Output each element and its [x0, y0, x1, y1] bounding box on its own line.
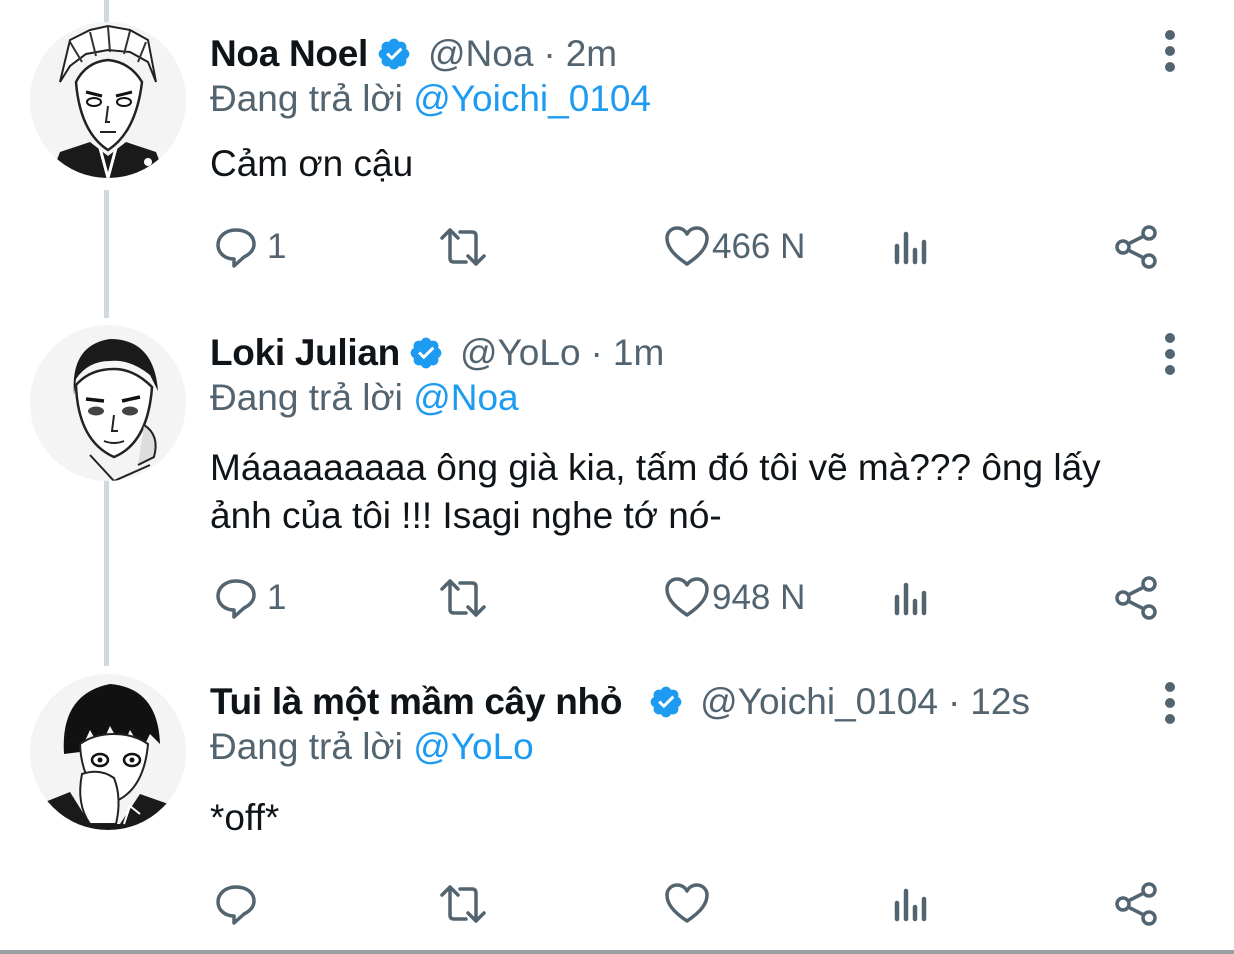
- verified-badge-icon: [408, 335, 444, 371]
- like-count: 466 N: [712, 227, 806, 266]
- replying-to-label: Đang trả lời: [210, 78, 414, 119]
- like-count: 948 N: [712, 578, 806, 617]
- handle[interactable]: @Noa: [428, 33, 533, 75]
- analytics-icon: [894, 582, 927, 616]
- replying-to: Đang trả lời @YoLo: [210, 726, 534, 768]
- mention-link[interactable]: @YoLo: [413, 726, 534, 767]
- reply-button[interactable]: 1: [213, 568, 286, 628]
- timestamp[interactable]: 12s: [970, 681, 1030, 723]
- bottom-divider: [0, 950, 1234, 954]
- avatar[interactable]: [30, 22, 186, 178]
- like-button[interactable]: [664, 874, 718, 934]
- separator: ·: [590, 332, 603, 373]
- mention-link[interactable]: @Noa: [413, 377, 518, 418]
- retweet-button[interactable]: [436, 217, 490, 277]
- analytics-icon: [894, 231, 927, 265]
- tweet[interactable]: Loki Julian @YoLo · 1m Đang trả lời @Noa…: [0, 325, 1234, 645]
- display-name[interactable]: Loki Julian: [210, 332, 400, 374]
- retweet-icon: [440, 228, 486, 266]
- share-button[interactable]: [1113, 874, 1161, 934]
- avatar[interactable]: [30, 674, 186, 830]
- replying-to: Đang trả lời @Yoichi_0104: [210, 78, 651, 120]
- reply-count: 1: [267, 578, 287, 617]
- handle[interactable]: @YoLo: [460, 332, 581, 374]
- replying-to: Đang trả lời @Noa: [210, 377, 519, 419]
- handle[interactable]: @Yoichi_0104: [700, 681, 938, 723]
- action-bar: 1 948 N: [0, 568, 1234, 628]
- tweet-text: Cảm ơn cậu: [210, 143, 414, 184]
- like-button[interactable]: 948 N: [664, 568, 805, 628]
- tweet-header: Noa Noel @Noa · 2m: [210, 26, 617, 82]
- display-name[interactable]: Tui là một mầm cây nhỏ: [210, 681, 622, 723]
- avatar-yoichi: [30, 674, 186, 830]
- avatar[interactable]: [30, 325, 186, 481]
- views-button[interactable]: [890, 568, 936, 628]
- tweet[interactable]: Tui là một mầm cây nhỏ @Yoichi_0104 · 12…: [0, 674, 1234, 944]
- tweet-header: Loki Julian @YoLo · 1m: [210, 325, 664, 381]
- reply-button[interactable]: 1: [213, 217, 286, 277]
- replying-to-label: Đang trả lời: [210, 377, 414, 418]
- tweet-text: *off*: [210, 797, 280, 838]
- action-bar: 1 466 N: [0, 217, 1234, 277]
- share-icon: [1115, 576, 1157, 620]
- analytics-icon: [894, 888, 927, 922]
- views-button[interactable]: [890, 874, 936, 934]
- retweet-button[interactable]: [436, 568, 490, 628]
- views-button[interactable]: [890, 217, 936, 277]
- heart-icon: [665, 883, 709, 923]
- more-vertical-icon[interactable]: [1155, 329, 1185, 379]
- share-icon: [1115, 225, 1157, 269]
- retweet-button[interactable]: [436, 874, 490, 934]
- avatar-loki-julian: [30, 325, 186, 481]
- timestamp[interactable]: 1m: [613, 332, 664, 374]
- reply-button[interactable]: [213, 874, 267, 934]
- retweet-icon: [440, 579, 486, 617]
- reply-icon: [216, 885, 256, 925]
- tweet-text: Máaaaaaaaa ông già kia, tấm đó tôi vẽ mà…: [210, 447, 1101, 536]
- share-button[interactable]: [1113, 568, 1161, 628]
- share-button[interactable]: [1113, 217, 1161, 277]
- reply-icon: [216, 228, 256, 268]
- avatar-noa-noel: [30, 22, 186, 178]
- like-button[interactable]: 466 N: [664, 217, 805, 277]
- verified-badge-icon: [648, 684, 684, 720]
- replying-to-label: Đang trả lời: [210, 726, 414, 767]
- tweet[interactable]: Noa Noel @Noa · 2m Đang trả lời @Yoichi_…: [0, 22, 1234, 302]
- display-name[interactable]: Noa Noel: [210, 33, 368, 75]
- retweet-icon: [440, 885, 486, 923]
- mention-link[interactable]: @Yoichi_0104: [413, 78, 651, 119]
- more-vertical-icon[interactable]: [1155, 26, 1185, 76]
- share-icon: [1115, 882, 1157, 926]
- more-vertical-icon[interactable]: [1155, 678, 1185, 728]
- timestamp[interactable]: 2m: [566, 33, 617, 75]
- reply-icon: [216, 579, 256, 619]
- reply-count: 1: [267, 227, 287, 266]
- heart-icon: [665, 226, 709, 266]
- heart-icon: [665, 577, 709, 617]
- separator: ·: [543, 33, 556, 74]
- separator: ·: [947, 681, 961, 722]
- verified-badge-icon: [376, 36, 412, 72]
- action-bar: [0, 874, 1234, 934]
- tweet-header: Tui là một mầm cây nhỏ @Yoichi_0104 · 12…: [210, 674, 1030, 730]
